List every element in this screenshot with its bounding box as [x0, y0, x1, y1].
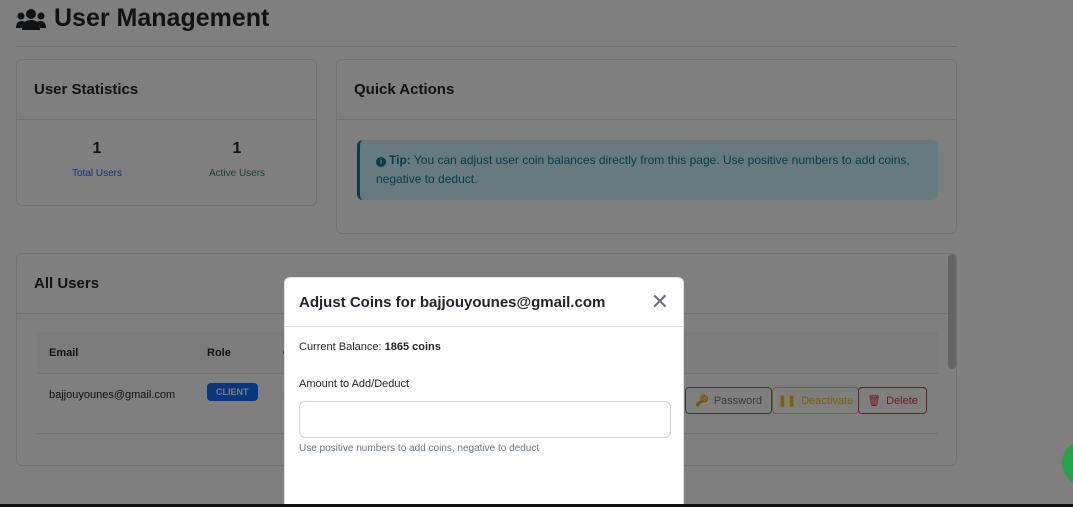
modal-header: Adjust Coins for bajjouyounes@gmail.com … — [285, 278, 683, 327]
balance-label: Current Balance: — [299, 341, 382, 353]
modal-title: Adjust Coins for bajjouyounes@gmail.com — [299, 293, 606, 311]
balance-value: 1865 coins — [384, 341, 441, 353]
close-icon[interactable]: ✕ — [651, 291, 669, 313]
adjust-coins-modal: Adjust Coins for bajjouyounes@gmail.com … — [284, 277, 684, 507]
amount-input[interactable] — [299, 401, 671, 438]
amount-label: Amount to Add/Deduct — [299, 378, 410, 390]
amount-help-text: Use positive numbers to add coins, negat… — [299, 443, 540, 454]
current-balance: Current Balance: 1865 coins — [299, 341, 441, 353]
